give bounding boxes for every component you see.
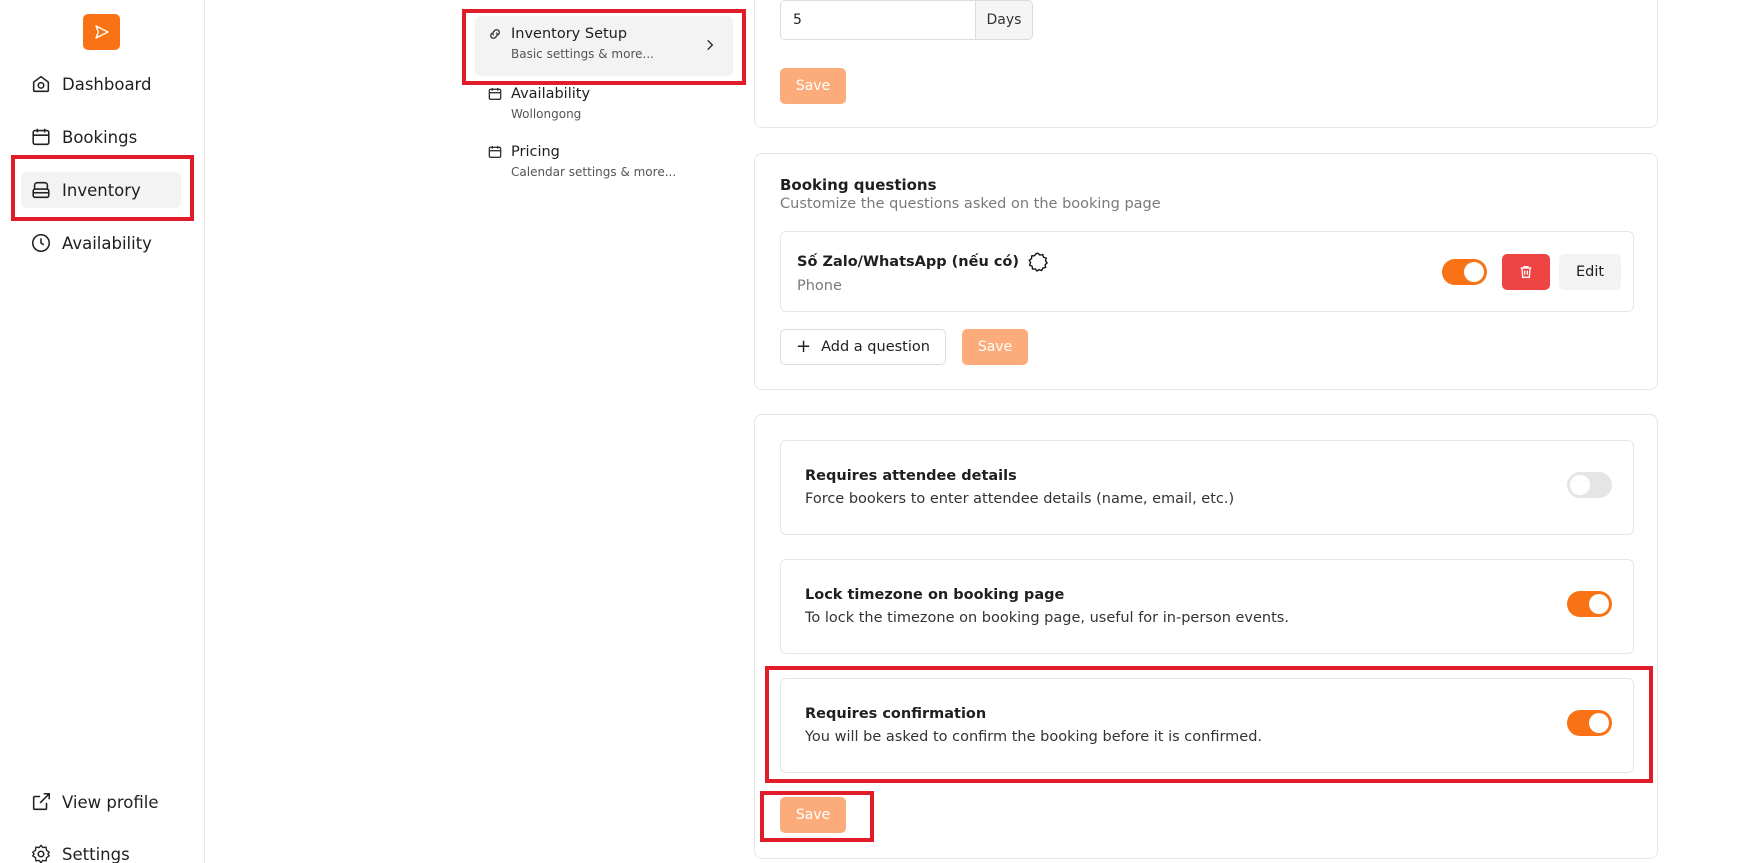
clock-icon xyxy=(29,231,53,255)
toggle-lock-timezone[interactable] xyxy=(1567,591,1612,617)
sidebar-item-settings[interactable]: Settings xyxy=(21,836,181,863)
sidebar-item-dashboard[interactable]: Dashboard xyxy=(21,66,181,102)
sidebar-item-availability[interactable]: Availability xyxy=(21,225,181,261)
submenu-subtitle: Calendar settings & more... xyxy=(511,165,677,179)
link-icon xyxy=(487,26,503,42)
sidebar: Dashboard Bookings Inventory Availabilit… xyxy=(0,0,205,863)
option-description: To lock the timezone on booking page, us… xyxy=(805,610,1289,626)
submenu-title: Availability xyxy=(511,86,591,102)
sidebar-item-inventory[interactable]: Inventory xyxy=(21,172,181,208)
sidebar-item-label: Inventory xyxy=(62,180,141,200)
question-toggle[interactable] xyxy=(1442,259,1487,285)
send-icon xyxy=(94,25,109,39)
edit-question-button[interactable]: Edit xyxy=(1559,254,1621,290)
app-logo[interactable] xyxy=(83,14,120,50)
question-type: Phone xyxy=(797,278,842,294)
external-link-icon xyxy=(29,790,53,814)
plus-icon: + xyxy=(796,336,812,357)
question-title-text: Số Zalo/WhatsApp (nếu có) xyxy=(797,254,1020,270)
sidebar-item-label: View profile xyxy=(62,792,159,812)
toggle-requires-attendee-details[interactable] xyxy=(1567,472,1612,498)
option-title: Lock timezone on booking page xyxy=(805,587,1065,603)
sidebar-item-label: Availability xyxy=(62,233,152,253)
sidebar-item-label: Bookings xyxy=(62,127,138,147)
question-title: Số Zalo/WhatsApp (nếu có) xyxy=(797,251,1049,273)
save-button[interactable]: Save xyxy=(780,68,846,104)
add-question-button[interactable]: + Add a question xyxy=(780,329,946,365)
save-options-button[interactable]: Save xyxy=(780,797,846,833)
submenu-title: Pricing xyxy=(511,144,560,160)
option-title: Requires attendee details xyxy=(805,468,1017,484)
save-questions-button[interactable]: Save xyxy=(962,329,1028,365)
option-requires-attendee-details: Requires attendee details Force bookers … xyxy=(780,440,1634,535)
days-input[interactable]: 5 xyxy=(780,0,976,40)
delete-question-button[interactable] xyxy=(1502,254,1550,290)
submenu-subtitle: Wollongong xyxy=(511,107,582,121)
chevron-right-icon xyxy=(703,37,717,56)
sidebar-item-view-profile[interactable]: View profile xyxy=(21,784,181,820)
section-title: Booking questions xyxy=(780,176,937,194)
sidebar-item-bookings[interactable]: Bookings xyxy=(21,119,181,155)
calendar-icon xyxy=(487,144,503,160)
gear-icon xyxy=(29,842,53,863)
submenu-item-availability[interactable]: Availability Wollongong xyxy=(475,76,733,131)
days-unit: Days xyxy=(975,0,1033,40)
submenu-item-inventory-setup[interactable]: Inventory Setup Basic settings & more... xyxy=(475,16,733,76)
option-description: Force bookers to enter attendee details … xyxy=(805,491,1235,507)
sidebar-item-label: Settings xyxy=(62,844,130,863)
option-description: You will be asked to confirm the booking… xyxy=(805,729,1263,745)
info-badge-icon xyxy=(1027,251,1049,273)
inventory-icon xyxy=(29,178,53,202)
submenu-subtitle: Basic settings & more... xyxy=(511,47,654,61)
option-title: Requires confirmation xyxy=(805,706,987,722)
section-subtitle: Customize the questions asked on the boo… xyxy=(780,196,1161,212)
sidebar-item-label: Dashboard xyxy=(62,74,152,94)
option-requires-confirmation: Requires confirmation You will be asked … xyxy=(780,678,1634,773)
submenu-title: Inventory Setup xyxy=(511,26,628,42)
toggle-requires-confirmation[interactable] xyxy=(1567,710,1612,736)
dashboard-icon xyxy=(29,72,53,96)
option-lock-timezone: Lock timezone on booking page To lock th… xyxy=(780,559,1634,654)
calendar-icon xyxy=(487,86,503,102)
calendar-icon xyxy=(29,125,53,149)
trash-icon xyxy=(1520,266,1532,278)
submenu-item-pricing[interactable]: Pricing Calendar settings & more... xyxy=(475,134,733,189)
add-question-label: Add a question xyxy=(821,339,930,355)
